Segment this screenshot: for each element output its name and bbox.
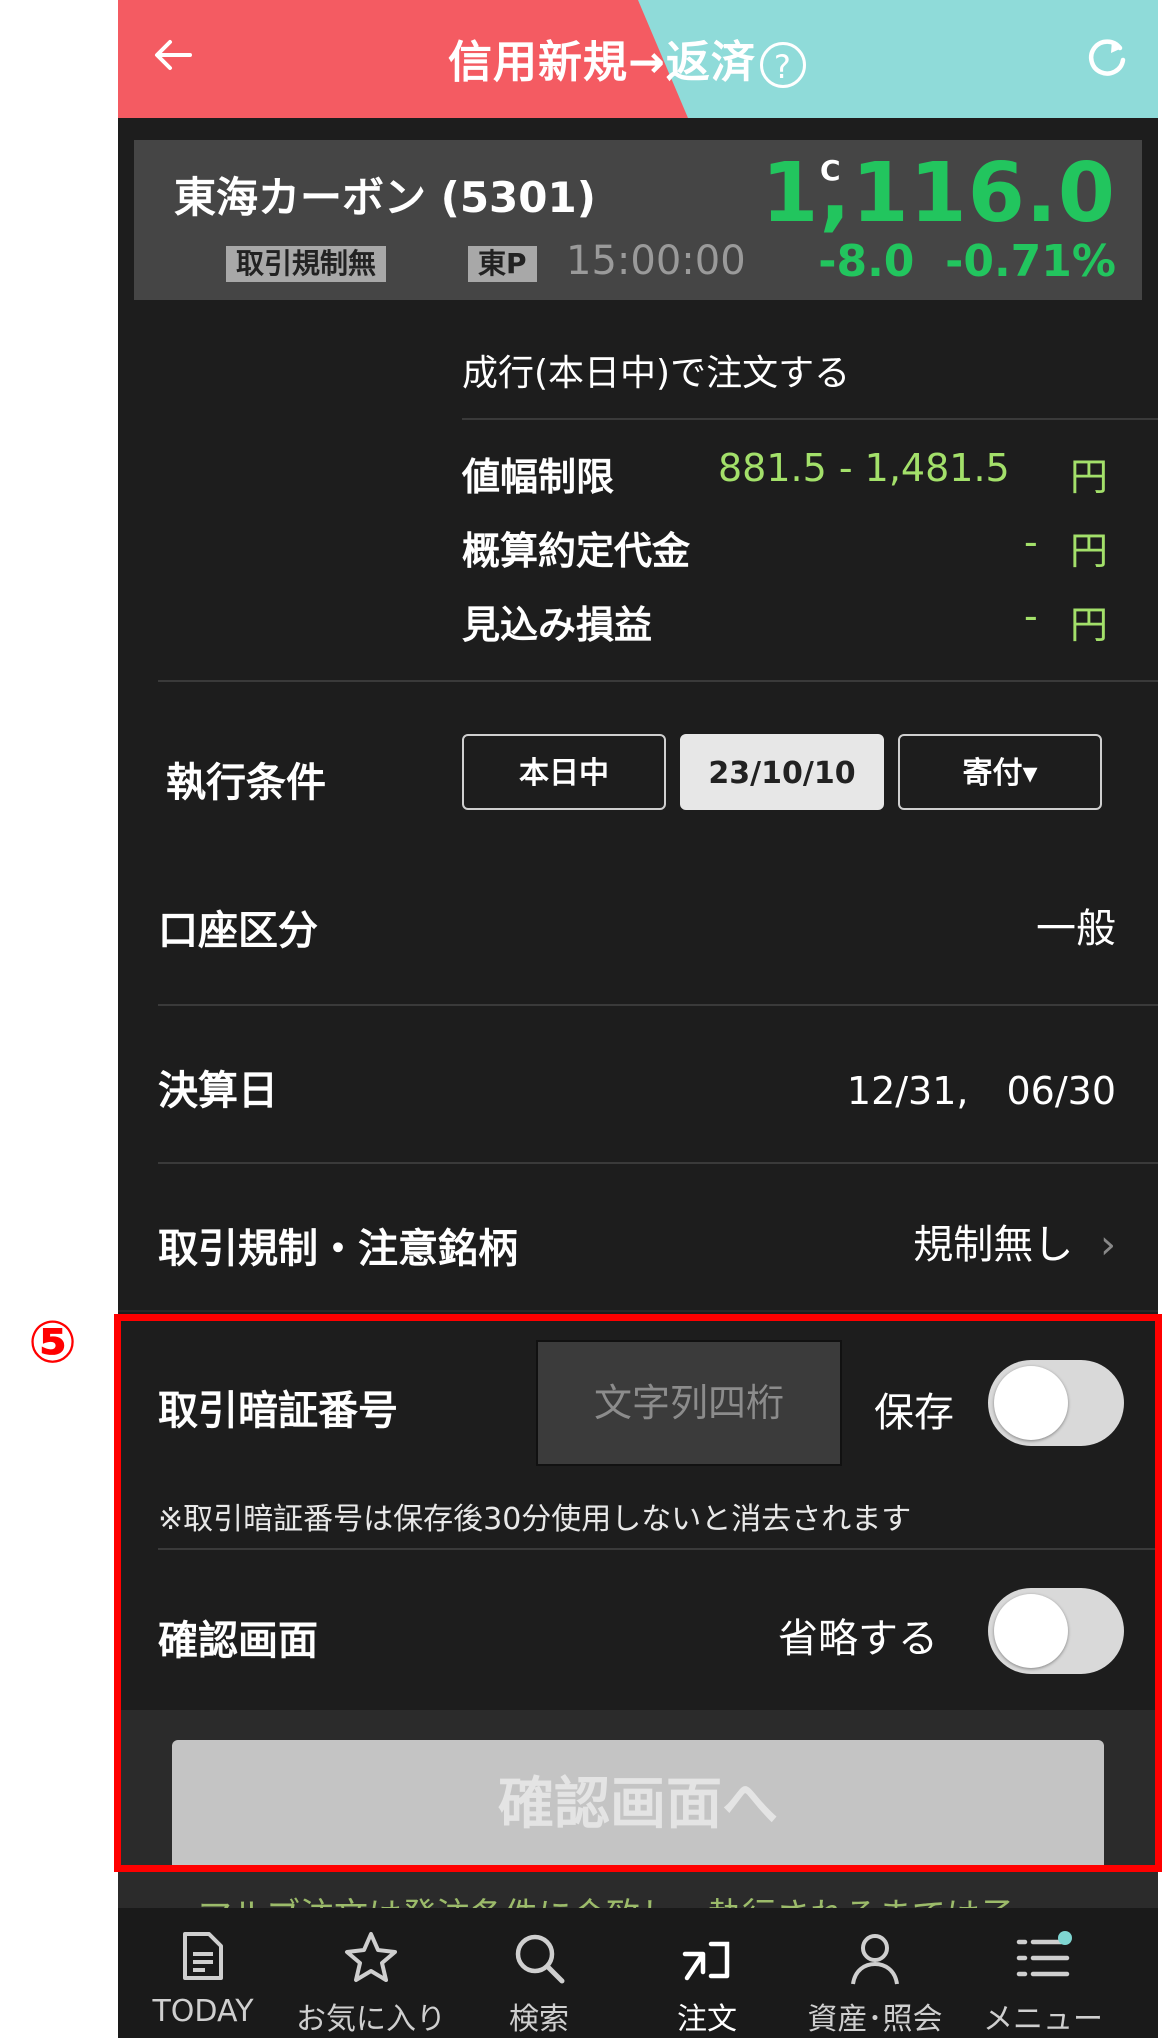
back-arrow-icon[interactable] xyxy=(148,30,198,80)
market-badge: 東P xyxy=(468,246,537,282)
settlement-date-value: 12/31, 06/30 xyxy=(846,1069,1116,1113)
stock-summary-card[interactable]: 東海カーボン (5301) 取引規制無 東P 15:00:00 C 1,116.… xyxy=(134,140,1142,300)
change-percent: -0.71% xyxy=(945,236,1116,287)
annotation-marker: ⑤ xyxy=(28,1308,78,1376)
execution-opening-dropdown[interactable]: 寄付▾ xyxy=(898,734,1102,810)
nav-label: 資産･照会 xyxy=(807,2002,943,2037)
person-icon xyxy=(851,1934,899,1985)
divider xyxy=(118,1310,1158,1312)
nav-label: 検索 xyxy=(509,2002,569,2037)
nav-assets[interactable]: 資産･照会 xyxy=(790,1908,960,2038)
nav-order[interactable]: 注文 xyxy=(622,1908,792,2038)
nav-label: 注文 xyxy=(677,2002,737,2037)
regulation-value: 規制無し xyxy=(913,1222,1074,1268)
regulation-label: 取引規制・注意銘柄 xyxy=(158,1226,518,1272)
nav-label: TODAY xyxy=(152,1994,254,2029)
expected-pl-label: 見込み損益 xyxy=(462,603,653,647)
search-icon xyxy=(515,1934,565,1984)
menu-icon xyxy=(1016,1931,1072,1977)
yen-unit: 円 xyxy=(1070,603,1109,647)
expected-pl-value: - xyxy=(1024,594,1038,638)
estimated-amount-value: - xyxy=(1024,520,1038,564)
header-bar: 信用新規→返済? xyxy=(118,0,1158,118)
price-change: -8.0 -0.71% xyxy=(818,236,1116,287)
regulation-link[interactable]: 規制無し › xyxy=(913,1212,1116,1270)
refresh-icon[interactable] xyxy=(1082,32,1132,82)
account-type-label: 口座区分 xyxy=(158,908,318,954)
price-limit-value: 881.5 - 1,481.5 xyxy=(718,446,1010,490)
chevron-right-icon: › xyxy=(1100,1222,1116,1268)
execution-date-button[interactable]: 23/10/10 xyxy=(680,734,884,810)
execution-today-button[interactable]: 本日中 xyxy=(462,734,666,810)
nav-favorites[interactable]: お気に入り xyxy=(286,1908,456,2038)
today-icon xyxy=(183,1932,223,1980)
bottom-nav: TODAY お気に入り 検索 注文 資産･照会 メニュー xyxy=(118,1908,1158,2038)
annotation-highlight-frame xyxy=(114,1314,1162,1872)
current-price: 1,116.0 xyxy=(761,146,1116,241)
star-icon xyxy=(345,1932,397,1982)
execution-condition-label: 執行条件 xyxy=(166,760,326,806)
yen-unit: 円 xyxy=(1070,529,1109,573)
estimated-amount-label: 概算約定代金 xyxy=(462,529,691,573)
divider xyxy=(158,1162,1158,1164)
help-icon[interactable]: ? xyxy=(759,42,806,88)
nav-menu[interactable]: メニュー xyxy=(958,1908,1128,2038)
market-order-text: 成行(本日中)で注文する xyxy=(462,353,851,394)
divider xyxy=(158,680,1158,682)
regulation-badge: 取引規制無 xyxy=(226,246,387,282)
account-type-value: 一般 xyxy=(1036,906,1116,952)
page-title: 信用新規→返済? xyxy=(448,26,806,90)
order-icon xyxy=(682,1941,730,1981)
yen-unit: 円 xyxy=(1070,455,1109,499)
divider xyxy=(158,1004,1158,1006)
quote-time: 15:00:00 xyxy=(566,238,746,284)
nav-label: お気に入り xyxy=(296,2002,446,2037)
stock-name: 東海カーボン (5301) xyxy=(174,173,596,222)
nav-label: メニュー xyxy=(983,2002,1103,2037)
change-value: -8.0 xyxy=(818,236,915,287)
divider xyxy=(462,418,1158,420)
nav-today[interactable]: TODAY xyxy=(118,1908,288,2038)
price-limit-label: 値幅制限 xyxy=(462,455,615,499)
settlement-date-label: 決算日 xyxy=(158,1068,278,1114)
nav-search[interactable]: 検索 xyxy=(454,1908,624,2038)
